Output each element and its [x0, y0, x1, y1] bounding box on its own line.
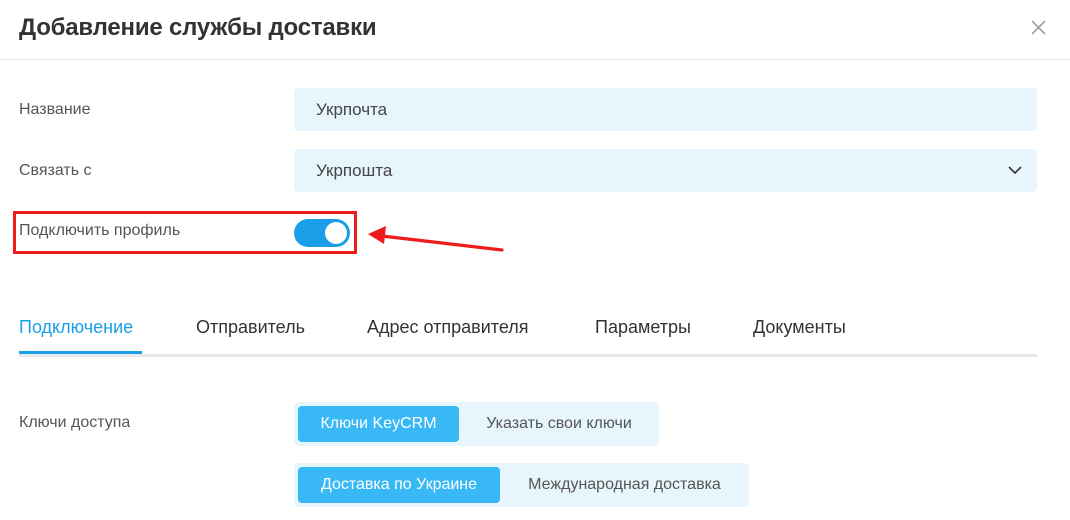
toggle-knob: [325, 222, 347, 244]
tab-parameters[interactable]: Параметры: [595, 317, 691, 338]
international-delivery-button[interactable]: Международная доставка: [504, 467, 745, 503]
tab-connection[interactable]: Подключение: [19, 317, 133, 338]
close-icon: [1031, 20, 1046, 35]
link-label: Связать с: [19, 162, 92, 179]
keys-segmented-control: Ключи KeyCRM Указать свои ключи: [294, 402, 659, 446]
tab-sender[interactable]: Отправитель: [196, 317, 305, 338]
dialog-title: Добавление службы доставки: [19, 14, 377, 41]
ukraine-delivery-button[interactable]: Доставка по Украине: [298, 467, 500, 503]
keycrm-keys-button[interactable]: Ключи KeyCRM: [298, 406, 459, 442]
red-arrow-icon: [368, 226, 504, 252]
close-button[interactable]: [1026, 15, 1052, 41]
own-keys-button[interactable]: Указать свои ключи: [463, 406, 655, 442]
dialog-header: Добавление службы доставки: [0, 0, 1070, 60]
profile-label: Подключить профиль: [19, 222, 181, 239]
tab-documents[interactable]: Документы: [753, 317, 846, 338]
name-label: Название: [19, 101, 91, 118]
settings-tabs: Подключение Отправитель Адрес отправител…: [19, 300, 1037, 357]
link-select[interactable]: Укрпошта: [294, 149, 1037, 192]
link-select-value: Укрпошта: [316, 161, 393, 180]
tab-sender-address[interactable]: Адрес отправителя: [367, 317, 528, 338]
name-field-wrapper: [294, 88, 1037, 131]
delivery-service-dialog: Добавление службы доставки Название Связ…: [0, 0, 1070, 520]
delivery-segmented-control: Доставка по Украине Международная достав…: [294, 463, 749, 507]
active-tab-indicator: [19, 351, 142, 354]
name-input[interactable]: [316, 89, 1016, 131]
access-keys-label: Ключи доступа: [19, 414, 131, 431]
chevron-down-icon: [1008, 166, 1022, 175]
profile-toggle[interactable]: [294, 219, 350, 247]
